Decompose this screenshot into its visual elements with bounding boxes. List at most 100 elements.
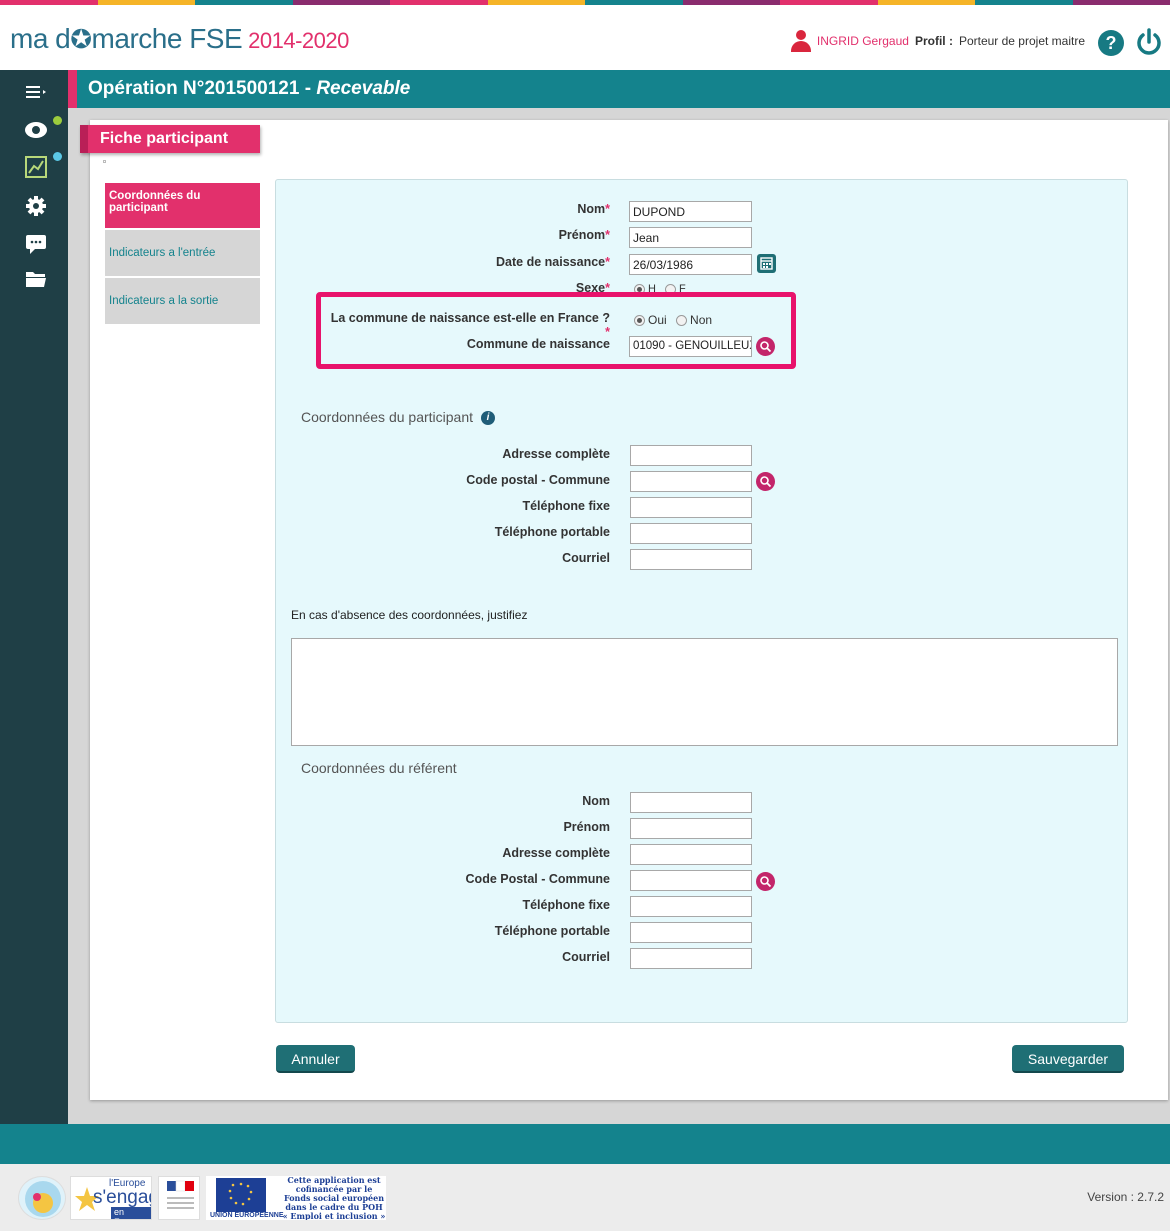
- logout-power-icon[interactable]: [1134, 27, 1164, 57]
- chart-icon[interactable]: [24, 156, 48, 178]
- europe-engage-logo: l'Europe s'engage en France: [70, 1176, 152, 1220]
- naissance-label: Date de naissance*: [440, 255, 610, 269]
- chart-status-dot: [53, 152, 62, 161]
- logo-star-icon: ✪: [70, 24, 92, 54]
- prenom-label-text: Prénom: [558, 228, 606, 242]
- justify-textarea[interactable]: [291, 638, 1118, 746]
- nav-item-coordonnees[interactable]: Coordonnées du participant: [105, 183, 260, 230]
- ref-code-postal-label: Code Postal - Commune: [465, 872, 610, 886]
- code-postal-input[interactable]: [630, 471, 752, 492]
- eu-flag-icon: [216, 1178, 266, 1212]
- commune-france-label: La commune de naissance est-elle en Fran…: [326, 311, 610, 339]
- app-logo[interactable]: ma d✪marche FSE 2014-2020: [10, 23, 349, 55]
- eye-icon[interactable]: [24, 120, 48, 142]
- footer: l'Europe s'engage en France UNION EUROPÉ…: [0, 1164, 1170, 1231]
- required-mark: *: [605, 202, 610, 216]
- help-button[interactable]: ?: [1098, 30, 1124, 56]
- ref-adresse-label: Adresse complète: [502, 846, 610, 860]
- justify-label: En cas d'absence des coordonnées, justif…: [291, 608, 528, 622]
- user-name[interactable]: INGRID Gergaud: [817, 34, 909, 48]
- bottom-bar: [0, 1124, 1170, 1164]
- ref-nom-input[interactable]: [630, 792, 752, 813]
- tiny-marker: [103, 160, 106, 163]
- logo-text-a: ma d: [10, 23, 71, 54]
- commune-naissance-input[interactable]: 01090 - GENOUILLEUX: [629, 336, 752, 357]
- logo-text-b: marche FSE: [91, 23, 243, 54]
- eye-status-dot: [53, 116, 62, 125]
- tel-portable-input[interactable]: [630, 523, 752, 544]
- nav-item-indicateurs-sortie[interactable]: Indicateurs a la sortie: [105, 278, 260, 326]
- folder-icon[interactable]: [24, 269, 48, 291]
- tel-fixe-input[interactable]: [630, 497, 752, 518]
- operation-number: Opération N°201500121 -: [88, 78, 317, 99]
- adresse-label: Adresse complète: [502, 447, 610, 461]
- adresse-input[interactable]: [630, 445, 752, 466]
- save-button[interactable]: Sauvegarder: [1012, 1045, 1124, 1073]
- commune-label: Commune de naissance: [466, 337, 610, 351]
- ref-prenom-input[interactable]: [630, 818, 752, 839]
- version-label: Version : 2.7.2: [1087, 1190, 1164, 1204]
- ref-nom-label: Nom: [582, 794, 610, 808]
- menu-icon[interactable]: [24, 82, 48, 104]
- commune-search-icon[interactable]: [756, 337, 775, 356]
- operation-title-bar: Opération N°201500121 - Recevable: [68, 70, 1170, 108]
- radio-non[interactable]: [676, 315, 688, 327]
- tel-portable-label: Téléphone portable: [494, 525, 610, 539]
- prenom-input[interactable]: Jean: [629, 227, 752, 248]
- user-info: INGRID Gergaud Profil : Porteur de proje…: [790, 30, 1085, 52]
- profile-value: Porteur de projet maitre: [958, 34, 1085, 48]
- nom-input[interactable]: DUPOND: [629, 201, 752, 222]
- option-non: Non: [690, 313, 713, 327]
- app-header: ma d✪marche FSE 2014-2020 INGRID Gergaud …: [0, 5, 1170, 70]
- ref-courriel-label: Courriel: [562, 950, 610, 964]
- union-europeenne-block: UNION EUROPÉENNE Cette application est c…: [206, 1176, 386, 1220]
- ref-tel-portable-label: Téléphone portable: [494, 924, 610, 938]
- ref-prenom-label: Prénom: [563, 820, 610, 834]
- logo-years: 2014-2020: [248, 28, 349, 53]
- vertical-nav: Coordonnées du participant Indicateurs a…: [105, 183, 260, 326]
- radio-oui[interactable]: [634, 315, 645, 327]
- user-icon: [790, 30, 811, 52]
- ref-tel-portable-input[interactable]: [630, 922, 752, 943]
- cancel-button[interactable]: Annuler: [276, 1045, 355, 1073]
- naissance-label-text: Date de naissance: [496, 255, 606, 269]
- option-oui: Oui: [648, 313, 667, 327]
- ref-code-postal-search-icon[interactable]: [756, 872, 775, 891]
- nav-item-indicateurs-entree[interactable]: Indicateurs a l'entrée: [105, 230, 260, 278]
- ref-code-postal-input[interactable]: [630, 870, 752, 891]
- ref-courriel-input[interactable]: [630, 948, 752, 969]
- union-europeenne-label: UNION EUROPÉENNE: [210, 1212, 284, 1219]
- title-accent: [68, 70, 77, 108]
- cofinancement-text: Cette application est cofinancée par le …: [282, 1176, 386, 1220]
- courriel-input[interactable]: [630, 549, 752, 570]
- operation-title: Opération N°201500121 - Recevable: [88, 78, 410, 100]
- ref-adresse-input[interactable]: [630, 844, 752, 865]
- calendar-icon[interactable]: [757, 254, 776, 273]
- ref-tel-fixe-input[interactable]: [630, 896, 752, 917]
- code-postal-label: Code postal - Commune: [466, 473, 610, 487]
- date-naissance-input[interactable]: 26/03/1986: [629, 254, 752, 275]
- nom-label: Nom*: [440, 202, 610, 216]
- en-france-label: en France: [111, 1207, 151, 1219]
- nom-label-text: Nom: [577, 202, 606, 216]
- participant-section-title: Coordonnées du participant i: [301, 409, 496, 426]
- prenom-label: Prénom*: [440, 228, 610, 242]
- fiche-participant-label: Fiche participant: [100, 130, 229, 147]
- tel-fixe-label: Téléphone fixe: [522, 499, 610, 513]
- operation-status: Recevable: [316, 78, 411, 99]
- code-postal-search-icon[interactable]: [756, 472, 775, 491]
- participant-section-title-text: Coordonnées du participant: [301, 409, 474, 425]
- republique-logo-icon: [158, 1176, 200, 1220]
- ref-tel-fixe-label: Téléphone fixe: [522, 898, 610, 912]
- info-icon[interactable]: i: [481, 411, 496, 426]
- required-mark: *: [605, 255, 610, 269]
- profile-label: Profil :: [914, 34, 953, 48]
- courriel-label: Courriel: [562, 551, 610, 565]
- required-mark: *: [605, 228, 610, 242]
- gear-icon[interactable]: [24, 195, 48, 217]
- commune-france-label-text: La commune de naissance est-elle en Fran…: [330, 311, 610, 325]
- engage-label: s'engage: [93, 1187, 151, 1208]
- commune-france-radio-group: Oui Non: [634, 313, 712, 327]
- left-sidebar: [0, 70, 68, 1124]
- chat-icon[interactable]: [24, 233, 48, 255]
